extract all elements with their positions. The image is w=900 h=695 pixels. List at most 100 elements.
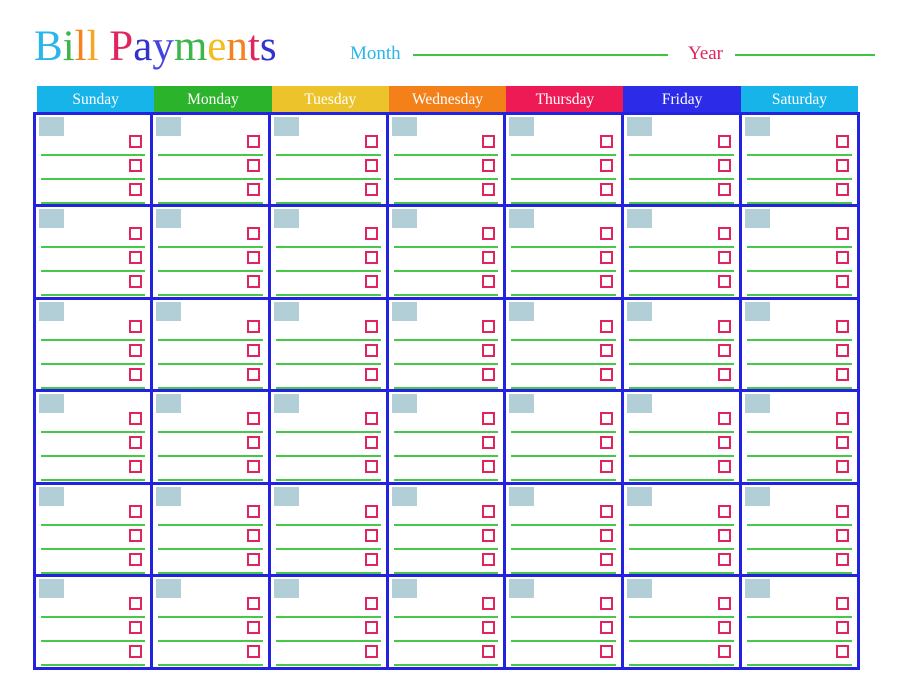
bill-paid-checkbox[interactable] — [482, 275, 496, 288]
bill-paid-checkbox[interactable] — [364, 275, 378, 288]
bill-paid-checkbox[interactable] — [246, 319, 260, 333]
bill-paid-checkbox[interactable] — [364, 460, 378, 473]
bill-name-input[interactable] — [158, 455, 263, 457]
bill-name-input[interactable] — [746, 338, 852, 341]
bill-paid-checkbox[interactable] — [600, 343, 614, 357]
bill-paid-checkbox[interactable] — [482, 504, 496, 518]
bill-name-input[interactable] — [158, 616, 263, 618]
bill-paid-checkbox[interactable] — [600, 275, 614, 288]
bill-name-input[interactable] — [40, 431, 146, 433]
bill-paid-checkbox[interactable] — [835, 597, 849, 610]
bill-paid-checkbox[interactable] — [246, 158, 260, 172]
bill-paid-checkbox[interactable] — [129, 552, 143, 566]
bill-paid-checkbox[interactable] — [246, 251, 260, 264]
bill-paid-checkbox[interactable] — [364, 552, 378, 566]
bill-name-input[interactable] — [393, 616, 499, 618]
bill-paid-checkbox[interactable] — [482, 528, 496, 542]
bill-paid-checkbox[interactable] — [482, 621, 496, 634]
bill-paid-checkbox[interactable] — [600, 134, 614, 148]
bill-name-input[interactable] — [629, 270, 734, 272]
bill-name-input[interactable] — [511, 246, 617, 248]
bill-paid-checkbox[interactable] — [246, 597, 260, 610]
bill-name-input[interactable] — [629, 362, 734, 365]
bill-paid-checkbox[interactable] — [600, 552, 614, 566]
bill-paid-checkbox[interactable] — [129, 412, 143, 425]
bill-paid-checkbox[interactable] — [835, 134, 849, 148]
calendar-day-cell[interactable] — [621, 204, 742, 300]
bill-paid-checkbox[interactable] — [717, 528, 731, 542]
bill-name-input[interactable] — [629, 455, 734, 457]
bill-paid-checkbox[interactable] — [835, 227, 849, 240]
bill-paid-checkbox[interactable] — [717, 182, 731, 196]
calendar-day-cell[interactable] — [385, 389, 507, 485]
calendar-day-cell[interactable] — [503, 111, 625, 207]
calendar-day-cell[interactable] — [621, 111, 742, 207]
bill-paid-checkbox[interactable] — [717, 597, 731, 610]
bill-paid-checkbox[interactable] — [717, 319, 731, 333]
calendar-day-cell[interactable] — [32, 481, 154, 577]
calendar-day-cell[interactable] — [385, 111, 507, 207]
bill-paid-checkbox[interactable] — [129, 528, 143, 542]
bill-paid-checkbox[interactable] — [482, 460, 496, 473]
bill-name-input[interactable] — [511, 270, 617, 272]
bill-paid-checkbox[interactable] — [364, 158, 378, 172]
bill-paid-checkbox[interactable] — [835, 275, 849, 288]
bill-name-input[interactable] — [746, 153, 852, 156]
bill-name-input[interactable] — [275, 338, 381, 341]
bill-paid-checkbox[interactable] — [835, 158, 849, 172]
bill-paid-checkbox[interactable] — [246, 182, 260, 196]
bill-name-input[interactable] — [158, 640, 263, 642]
bill-name-input[interactable] — [158, 431, 263, 433]
bill-name-input[interactable] — [393, 338, 499, 341]
bill-paid-checkbox[interactable] — [717, 343, 731, 357]
bill-paid-checkbox[interactable] — [246, 343, 260, 357]
bill-paid-checkbox[interactable] — [482, 251, 496, 264]
bill-paid-checkbox[interactable] — [129, 251, 143, 264]
bill-paid-checkbox[interactable] — [717, 412, 731, 425]
bill-name-input[interactable] — [40, 338, 146, 341]
calendar-day-cell[interactable] — [267, 204, 389, 300]
calendar-day-cell[interactable] — [150, 574, 271, 670]
bill-paid-checkbox[interactable] — [600, 597, 614, 610]
bill-paid-checkbox[interactable] — [835, 504, 849, 518]
bill-paid-checkbox[interactable] — [600, 227, 614, 240]
bill-name-input[interactable] — [511, 455, 617, 457]
bill-paid-checkbox[interactable] — [246, 504, 260, 518]
bill-paid-checkbox[interactable] — [129, 134, 143, 148]
bill-paid-checkbox[interactable] — [364, 182, 378, 196]
bill-name-input[interactable] — [746, 270, 852, 272]
bill-name-input[interactable] — [746, 616, 852, 618]
bill-paid-checkbox[interactable] — [600, 412, 614, 425]
calendar-day-cell[interactable] — [738, 111, 860, 207]
bill-paid-checkbox[interactable] — [246, 227, 260, 240]
bill-name-input[interactable] — [275, 362, 381, 365]
bill-paid-checkbox[interactable] — [246, 412, 260, 425]
calendar-day-cell[interactable] — [738, 481, 860, 577]
bill-name-input[interactable] — [40, 664, 146, 666]
calendar-day-cell[interactable] — [621, 574, 742, 670]
bill-paid-checkbox[interactable] — [482, 158, 496, 172]
bill-name-input[interactable] — [158, 362, 263, 365]
bill-name-input[interactable] — [275, 246, 381, 248]
bill-paid-checkbox[interactable] — [364, 645, 378, 658]
bill-name-input[interactable] — [746, 523, 852, 526]
bill-paid-checkbox[interactable] — [246, 367, 260, 381]
bill-name-input[interactable] — [275, 664, 381, 666]
bill-paid-checkbox[interactable] — [600, 460, 614, 473]
calendar-day-cell[interactable] — [621, 389, 742, 485]
bill-paid-checkbox[interactable] — [482, 134, 496, 148]
calendar-day-cell[interactable] — [267, 481, 389, 577]
bill-name-input[interactable] — [158, 338, 263, 341]
bill-name-input[interactable] — [275, 640, 381, 642]
bill-name-input[interactable] — [629, 177, 734, 180]
bill-name-input[interactable] — [275, 270, 381, 272]
bill-paid-checkbox[interactable] — [835, 343, 849, 357]
bill-paid-checkbox[interactable] — [129, 645, 143, 658]
bill-paid-checkbox[interactable] — [129, 182, 143, 196]
calendar-day-cell[interactable] — [267, 296, 389, 392]
bill-paid-checkbox[interactable] — [717, 227, 731, 240]
bill-paid-checkbox[interactable] — [482, 597, 496, 610]
calendar-day-cell[interactable] — [503, 481, 625, 577]
bill-paid-checkbox[interactable] — [600, 504, 614, 518]
bill-name-input[interactable] — [40, 153, 146, 156]
